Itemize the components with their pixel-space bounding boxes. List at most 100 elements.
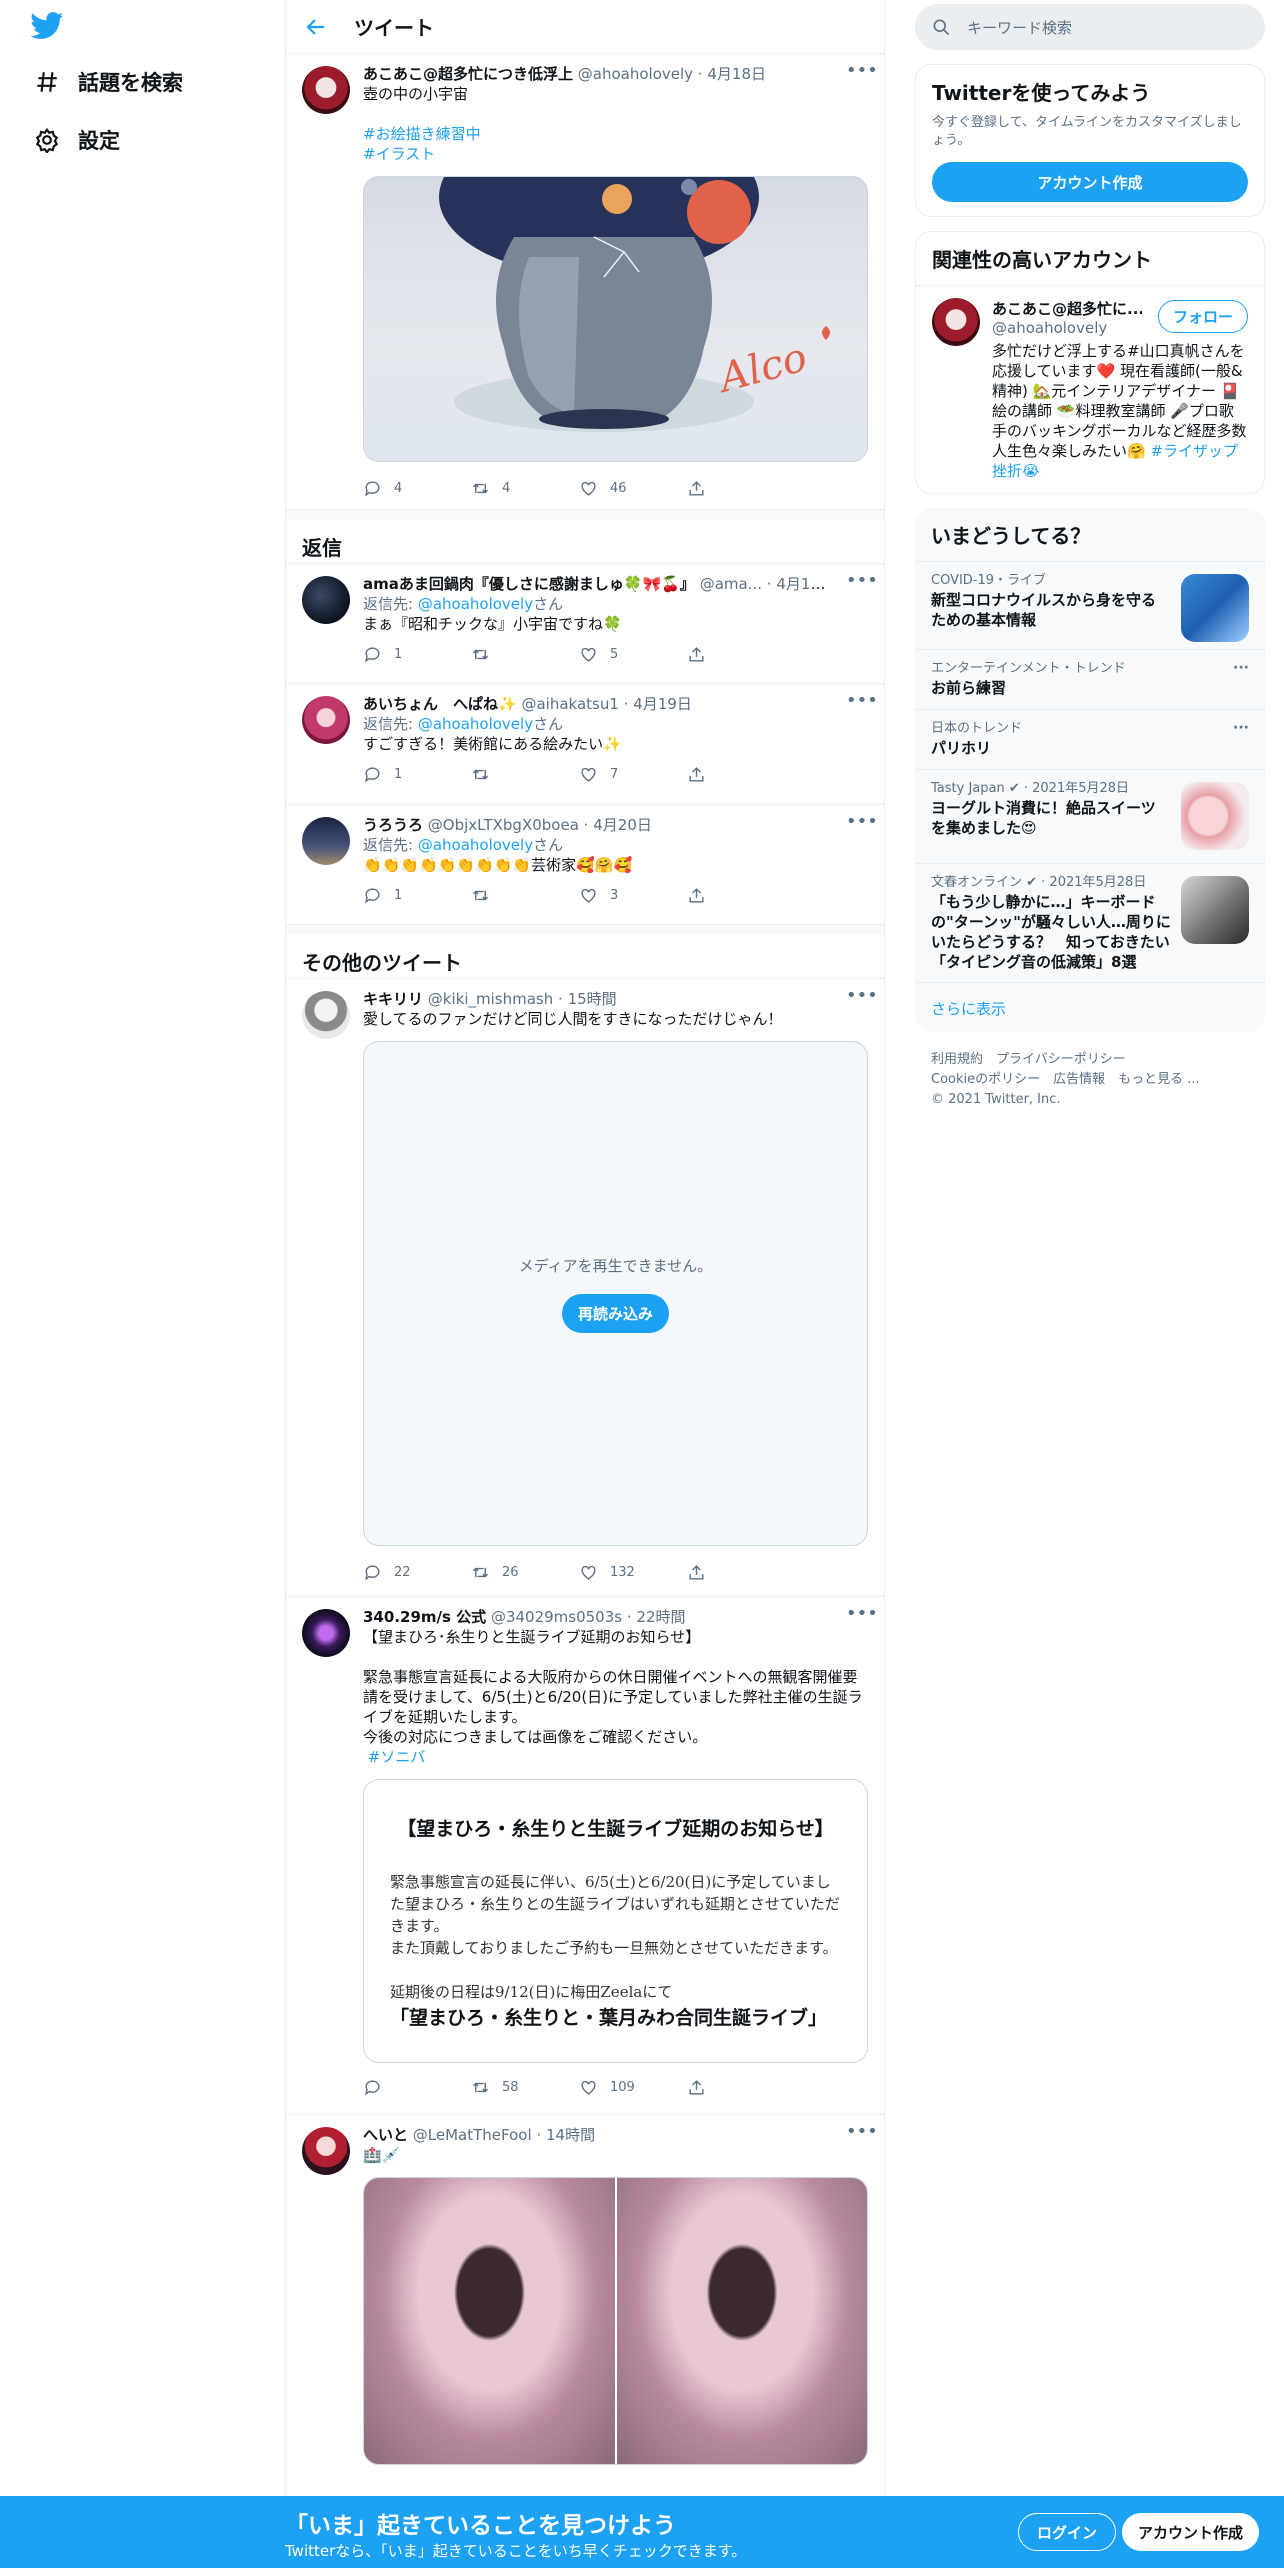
trend-item[interactable]: 日本のトレンド パリホリ ··· (915, 709, 1265, 769)
user-name[interactable]: あこあこ@超多忙につき低浮上 (363, 65, 573, 83)
tweet-time[interactable]: 22時間 (636, 1608, 685, 1626)
search-input[interactable]: キーワード検索 (915, 4, 1265, 50)
hashtag-link[interactable]: #ソニバ (368, 1748, 426, 1766)
reply-button[interactable]: 1 (363, 645, 471, 664)
like-button[interactable]: 7 (579, 765, 687, 784)
reload-button[interactable]: 再読み込み (561, 1293, 669, 1333)
more-options-icon[interactable]: ••• (846, 1605, 878, 1629)
like-button[interactable]: 132 (579, 1563, 687, 1582)
photo[interactable] (616, 2178, 867, 2464)
reply-tweet[interactable]: うろうろ @ObjxLTXbgX0boea · 4月20日 ••• 返信先: @… (286, 805, 884, 925)
retweet-button[interactable] (471, 765, 579, 784)
trend-item[interactable]: COVID-19・ライブ 新型コロナウイルスから身を守るための基本情報 (915, 561, 1265, 649)
like-button[interactable]: 46 (579, 479, 687, 498)
share-button[interactable] (687, 2078, 795, 2097)
footer-links[interactable]: Cookieのポリシー 広告情報 もっと見る ... (931, 1070, 1249, 1090)
trend-more-icon[interactable]: ··· (1233, 720, 1249, 736)
hashtag-link[interactable]: #お絵描き練習中 (363, 125, 481, 143)
like-button[interactable]: 3 (579, 886, 687, 905)
share-button[interactable] (687, 1563, 795, 1582)
like-button[interactable]: 109 (579, 2078, 687, 2097)
tweet-image[interactable]: Alco (363, 176, 868, 462)
reply-button[interactable]: 1 (363, 886, 471, 905)
timeline-tweet[interactable]: キキリリ @kiki_mishmash · 15時間 ••• 愛してるのファンだ… (286, 979, 884, 1597)
retweet-button[interactable]: 4 (471, 479, 579, 498)
trend-item[interactable]: Tasty Japan ✔ · 2021年5月28日 ヨーグルト消費に！絶品スイ… (915, 769, 1265, 863)
user-name[interactable]: キキリリ (363, 990, 423, 1008)
related-name[interactable]: あこあこ@超多忙に... (992, 298, 1142, 319)
more-options-icon[interactable]: ••• (846, 987, 878, 1011)
avatar[interactable] (932, 298, 980, 346)
more-options-icon[interactable]: ••• (846, 572, 878, 596)
footer-links[interactable]: 利用規約 プライバシーポリシー (931, 1050, 1249, 1070)
hashtag-link[interactable]: #イラスト (363, 145, 435, 163)
tweet-time[interactable]: 15時間 (568, 990, 617, 1008)
avatar[interactable] (302, 991, 350, 1039)
avatar[interactable] (302, 576, 350, 624)
reply-button[interactable]: 22 (363, 1563, 471, 1582)
user-name[interactable]: 340.29m/s 公式 (363, 1608, 486, 1626)
user-handle[interactable]: @34029ms0503s (491, 1608, 622, 1626)
user-name[interactable]: amaあま回鍋肉『優しさに感謝ましゅ🍀🎀🍒』 (363, 575, 695, 593)
user-handle[interactable]: @kiki_mishmash (428, 990, 553, 1008)
retweet-button[interactable] (471, 645, 579, 664)
avatar[interactable] (302, 1609, 350, 1657)
trend-more-icon[interactable]: ··· (1233, 660, 1249, 676)
more-options-icon[interactable]: ••• (846, 2123, 878, 2147)
trend-item[interactable]: エンターテインメント・トレンド お前ら練習 ··· (915, 649, 1265, 709)
avatar[interactable] (302, 696, 350, 744)
share-button[interactable] (687, 479, 795, 498)
back-arrow-icon[interactable] (304, 15, 328, 39)
avatar[interactable] (302, 66, 350, 114)
follow-button[interactable]: フォロー (1157, 300, 1248, 333)
notice-image[interactable]: 【望まひろ・糸生りと生誕ライブ延期のお知らせ】 緊急事態宣言の延長に伴い、6/5… (363, 1779, 868, 2063)
reply-tweet[interactable]: amaあま回鍋肉『優しさに感謝ましゅ🍀🎀🍒』 @ama... · 4月19日 •… (286, 564, 884, 684)
reply-to-user-link[interactable]: @ahoaholovely (418, 715, 533, 733)
twitter-logo-icon[interactable] (30, 12, 64, 40)
nav-settings[interactable]: 設定 (34, 122, 120, 158)
banner-signup-button[interactable]: アカウント作成 (1122, 2513, 1260, 2551)
more-options-icon[interactable]: ••• (846, 692, 878, 716)
photo[interactable] (364, 2178, 615, 2464)
retweet-button[interactable] (471, 886, 579, 905)
avatar[interactable] (302, 817, 350, 865)
user-name[interactable]: うろうろ (363, 816, 423, 834)
user-handle[interactable]: @ahoaholovely (578, 65, 693, 83)
related-account[interactable]: あこあこ@超多忙に... @ahoaholovely フォロー 多忙だけど浮上す… (916, 286, 1264, 493)
share-button[interactable] (687, 886, 795, 905)
tweet-time[interactable]: 4月18日 (707, 65, 766, 83)
retweet-button[interactable]: 26 (471, 1563, 579, 1582)
login-button[interactable]: ログイン (1018, 2513, 1117, 2551)
create-account-button[interactable]: アカウント作成 (932, 162, 1248, 202)
tweet-time[interactable]: 14時間 (546, 2126, 595, 2144)
like-button[interactable]: 5 (579, 645, 687, 664)
avatar[interactable] (302, 2127, 350, 2175)
user-handle[interactable]: @LeMatTheFool (413, 2126, 532, 2144)
tweet-time[interactable]: 4月19日 (633, 695, 692, 713)
timeline-tweet[interactable]: 340.29m/s 公式 @34029ms0503s · 22時間 ••• 【望… (286, 1597, 884, 2115)
user-name[interactable]: へいと (363, 2126, 408, 2144)
reply-button[interactable]: 1 (363, 765, 471, 784)
user-handle[interactable]: @ObjxLTXbgX0boea (428, 816, 579, 834)
more-options-icon[interactable]: ••• (846, 813, 878, 837)
reply-button[interactable]: 4 (363, 479, 471, 498)
photo-grid[interactable] (363, 2177, 868, 2465)
main-tweet[interactable]: あこあこ@超多忙につき低浮上 @ahoaholovely · 4月18日 •••… (286, 54, 884, 510)
reply-button[interactable] (363, 2078, 471, 2097)
more-options-icon[interactable]: ••• (846, 62, 878, 86)
user-handle[interactable]: @ama... (700, 575, 762, 593)
reply-tweet[interactable]: あいちょん へぱね✨ @aihakatsu1 · 4月19日 ••• 返信先: … (286, 684, 884, 805)
show-more-link[interactable]: さらに表示 (915, 982, 1265, 1032)
tweet-time[interactable]: 4月19日 (776, 575, 835, 593)
nav-explore[interactable]: 話題を検索 (34, 64, 183, 100)
share-button[interactable] (687, 765, 795, 784)
timeline-tweet[interactable]: へいと @LeMatTheFool · 14時間 ••• 🏥💉 (286, 2115, 884, 2475)
share-button[interactable] (687, 645, 795, 664)
user-handle[interactable]: @aihakatsu1 (521, 695, 618, 713)
retweet-button[interactable]: 58 (471, 2078, 579, 2097)
trend-item[interactable]: 文春オンライン ✔ · 2021年5月28日 「もう少し静かに…」キーボードの"… (915, 863, 1265, 982)
user-name[interactable]: あいちょん へぱね✨ (363, 695, 517, 713)
reply-to-user-link[interactable]: @ahoaholovely (418, 836, 533, 854)
tweet-time[interactable]: 4月20日 (593, 816, 652, 834)
reply-to-user-link[interactable]: @ahoaholovely (418, 595, 533, 613)
